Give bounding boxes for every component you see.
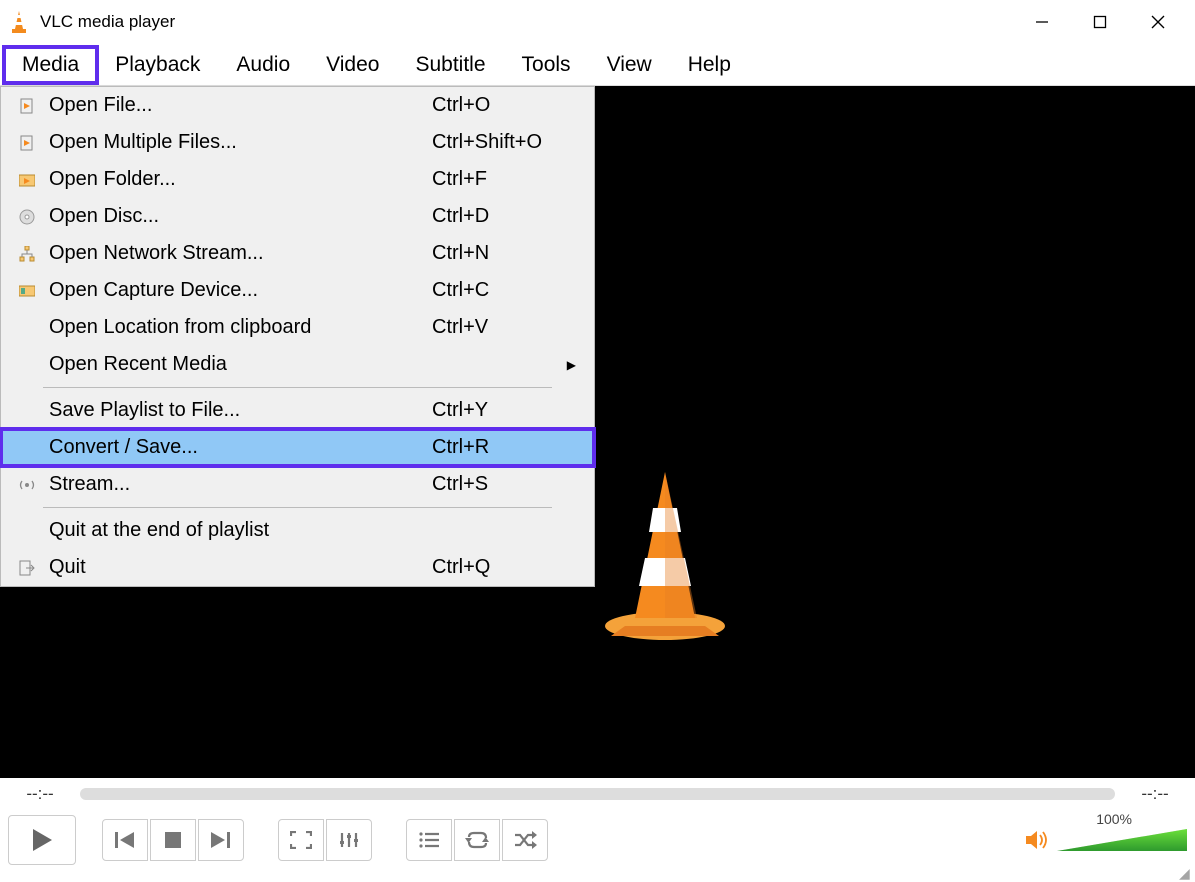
menu-item-open-clipboard[interactable]: Open Location from clipboardCtrl+V xyxy=(1,309,594,346)
next-button[interactable] xyxy=(198,819,244,861)
menu-audio[interactable]: Audio xyxy=(218,47,308,83)
title-bar: VLC media player xyxy=(0,0,1195,44)
menu-item-open-recent-media[interactable]: Open Recent Media▶ xyxy=(1,346,594,383)
menu-item-quit[interactable]: QuitCtrl+Q xyxy=(1,549,594,586)
menu-item-stream[interactable]: Stream...Ctrl+S xyxy=(1,466,594,503)
media-dropdown: Open File...Ctrl+O Open Multiple Files..… xyxy=(0,86,595,587)
volume-slider[interactable] xyxy=(1057,829,1187,851)
minimize-button[interactable] xyxy=(1013,0,1071,44)
folder-play-icon xyxy=(13,170,41,190)
maximize-button[interactable] xyxy=(1071,0,1129,44)
menu-item-open-capture-device[interactable]: Open Capture Device...Ctrl+C xyxy=(1,272,594,309)
menu-item-quit-end-playlist[interactable]: Quit at the end of playlist xyxy=(1,512,594,549)
menu-item-convert-save[interactable]: Convert / Save...Ctrl+R xyxy=(1,429,594,466)
close-button[interactable] xyxy=(1129,0,1187,44)
seek-slider[interactable] xyxy=(80,788,1115,800)
menu-bar: Media Playback Audio Video Subtitle Tool… xyxy=(0,44,1195,86)
playlist-button[interactable] xyxy=(406,819,452,861)
menu-item-open-file[interactable]: Open File...Ctrl+O xyxy=(1,87,594,124)
menu-separator xyxy=(43,507,552,508)
menu-subtitle[interactable]: Subtitle xyxy=(397,47,503,83)
fullscreen-button[interactable] xyxy=(278,819,324,861)
resize-grip-icon[interactable]: ◢ xyxy=(1179,865,1193,879)
file-play-icon xyxy=(13,133,41,153)
stream-icon xyxy=(13,475,41,495)
time-total: --:-- xyxy=(1125,784,1185,804)
play-button[interactable] xyxy=(8,815,76,865)
quit-icon xyxy=(13,558,41,578)
menu-tools[interactable]: Tools xyxy=(504,47,589,83)
stop-button[interactable] xyxy=(150,819,196,861)
network-icon xyxy=(13,244,41,264)
menu-separator xyxy=(43,387,552,388)
menu-help[interactable]: Help xyxy=(670,47,749,83)
menu-item-open-network-stream[interactable]: Open Network Stream...Ctrl+N xyxy=(1,235,594,272)
menu-item-save-playlist[interactable]: Save Playlist to File...Ctrl+Y xyxy=(1,392,594,429)
shuffle-button[interactable] xyxy=(502,819,548,861)
loop-button[interactable] xyxy=(454,819,500,861)
speaker-icon[interactable] xyxy=(1025,830,1049,850)
previous-button[interactable] xyxy=(102,819,148,861)
menu-item-open-folder[interactable]: Open Folder...Ctrl+F xyxy=(1,161,594,198)
menu-view[interactable]: View xyxy=(589,47,670,83)
capture-icon xyxy=(13,281,41,301)
menu-playback[interactable]: Playback xyxy=(97,47,218,83)
extended-settings-button[interactable] xyxy=(326,819,372,861)
menu-item-open-multiple-files[interactable]: Open Multiple Files...Ctrl+Shift+O xyxy=(1,124,594,161)
submenu-arrow-icon: ▶ xyxy=(567,358,576,372)
menu-media[interactable]: Media xyxy=(4,47,97,83)
menu-item-open-disc[interactable]: Open Disc...Ctrl+D xyxy=(1,198,594,235)
time-elapsed: --:-- xyxy=(10,784,70,804)
vlc-logo-icon xyxy=(8,11,30,33)
menu-video[interactable]: Video xyxy=(308,47,397,83)
vlc-cone-icon xyxy=(595,466,705,646)
window-title: VLC media player xyxy=(40,12,1013,32)
volume-percent: 100% xyxy=(1096,811,1132,827)
disc-icon xyxy=(13,207,41,227)
file-play-icon xyxy=(13,96,41,116)
control-bar: --:-- --:-- 100% xyxy=(0,778,1195,881)
